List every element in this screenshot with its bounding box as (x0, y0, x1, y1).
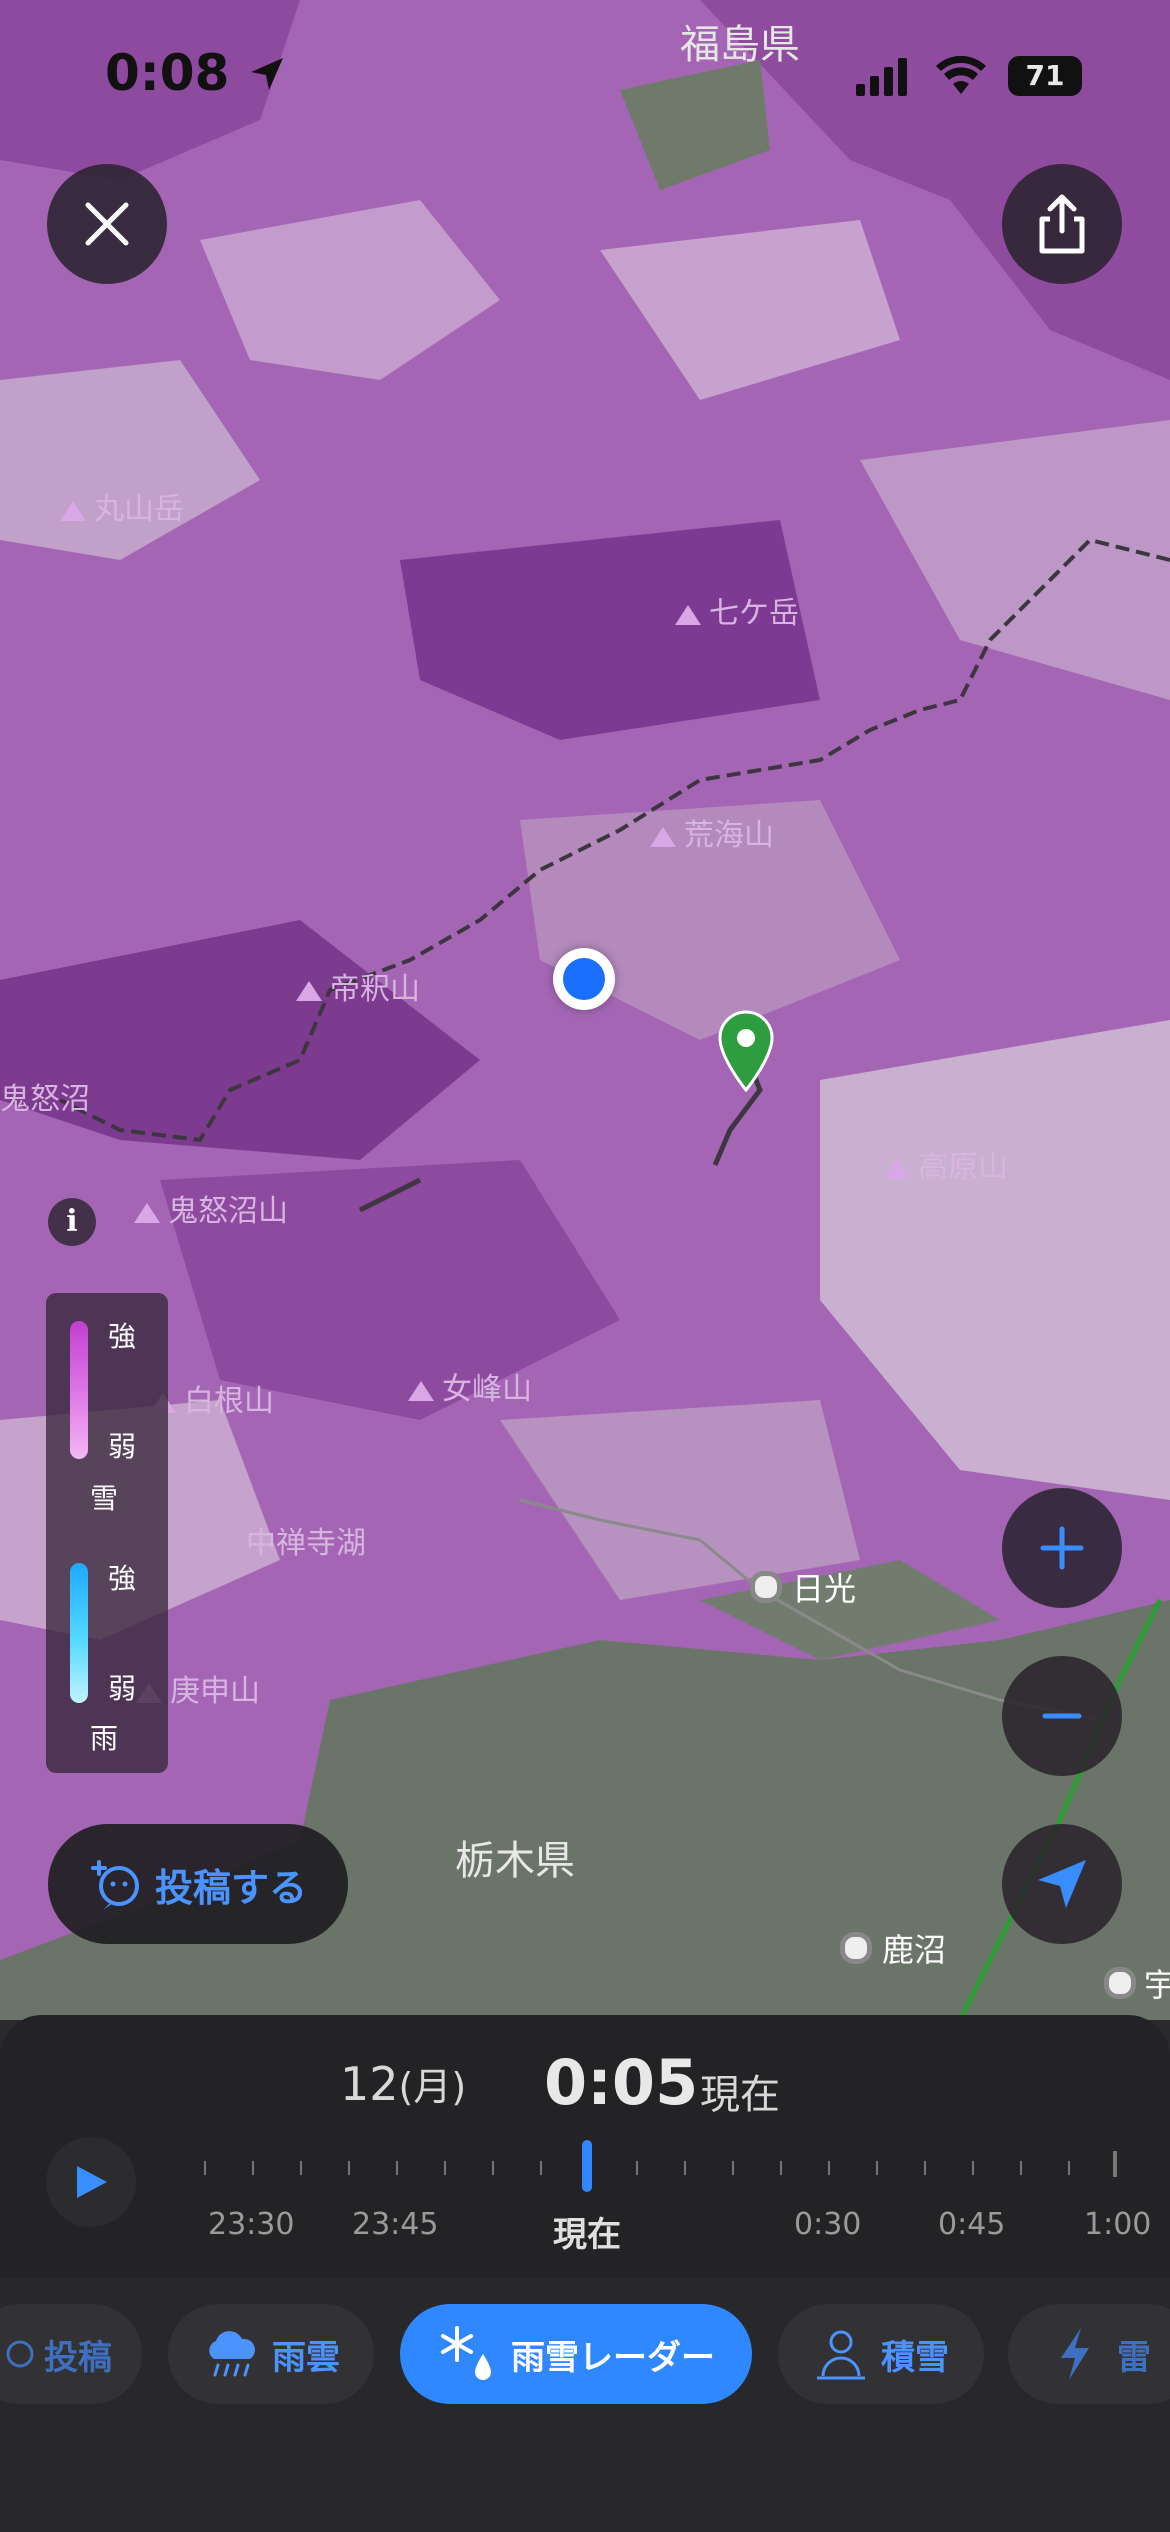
mountain-icon (296, 980, 322, 1001)
snow-rain-icon (441, 2326, 491, 2380)
timeline-handle[interactable] (582, 2140, 592, 2192)
mountain-icon (884, 1158, 910, 1179)
tab-post[interactable]: 投稿 (0, 2304, 142, 2404)
minus-icon (1042, 1713, 1082, 1719)
close-icon (85, 202, 129, 246)
timeline-label: 23:30 (208, 2207, 295, 2242)
rain-scale (70, 1563, 88, 1703)
share-button[interactable] (1002, 164, 1122, 284)
play-button[interactable] (46, 2137, 136, 2227)
share-icon (1039, 194, 1085, 254)
rain-strong-label: 強 (108, 1562, 137, 1595)
peak-label: 鬼怒沼山 (134, 1186, 288, 1230)
city-dot-icon (750, 1571, 782, 1603)
peak-label: 白根山 (150, 1376, 274, 1420)
mountain-icon (60, 500, 86, 521)
city-label-partial: 宇 (1104, 1960, 1170, 2006)
snowman-icon (817, 2330, 865, 2380)
post-icon (6, 2340, 34, 2368)
post-icon (90, 1860, 139, 1910)
locate-me-button[interactable] (1002, 1824, 1122, 1944)
peak-label: 帝釈山 (296, 964, 420, 1008)
timeline-label: 1:00 (1084, 2207, 1152, 2242)
status-time: 0:08 (105, 44, 287, 102)
snow-scale (70, 1321, 88, 1459)
peak-label: 高原山 (884, 1142, 1008, 1186)
post-button-label: 投稿する (154, 1865, 307, 1910)
tab-rain-cloud[interactable]: 雨雲 (168, 2304, 374, 2404)
location-arrow-icon (250, 58, 283, 90)
timeline-label-now: 現在 (553, 2215, 621, 2255)
status-bar: 0:08 71 (0, 0, 1170, 150)
zoom-in-button[interactable] (1002, 1488, 1122, 1608)
snow-weak-label: 弱 (108, 1430, 137, 1463)
lake-label: 中禅寺湖 (246, 1526, 366, 1561)
post-button[interactable]: 投稿する (48, 1824, 348, 1944)
snow-label: 雪 (90, 1482, 119, 1515)
radar-overlay (0, 0, 1170, 2020)
city-label-nikko: 日光 (750, 1564, 856, 1610)
play-icon (77, 2166, 107, 2198)
wifi-icon (936, 56, 986, 94)
timeline-date: 12(月) (340, 2057, 467, 2111)
current-location-marker (553, 948, 615, 1010)
mountain-icon (650, 826, 676, 847)
rain-weak-label: 弱 (108, 1672, 137, 1705)
snow-strong-label: 強 (108, 1320, 137, 1353)
radar-map[interactable]: 福島県 栃木県 丸山岳 七ケ岳 荒海山 帝釈山 高原山 鬼怒沼山 白根山 女峰山… (0, 0, 1170, 2020)
lightning-icon (1061, 2328, 1089, 2380)
mountain-icon (408, 1380, 434, 1401)
location-arrow-icon (1038, 1860, 1086, 1908)
timeline-time: 0:05 (544, 2046, 699, 2119)
tab-lightning[interactable]: 雷 (1008, 2304, 1170, 2404)
rain-label: 雨 (90, 1722, 119, 1755)
mountain-icon (134, 1202, 160, 1223)
peak-label: 女峰山 (408, 1364, 532, 1408)
close-button[interactable] (47, 164, 167, 284)
timeline-label: 23:45 (352, 2207, 439, 2242)
city-label-kanuma: 鹿沼 (840, 1925, 946, 1971)
zoom-out-button[interactable] (1002, 1656, 1122, 1776)
peak-label: 荒海山 (650, 810, 774, 854)
timeline-label: 0:45 (938, 2207, 1006, 2242)
peak-label: 七ケ岳 (675, 588, 799, 632)
info-icon[interactable]: i (48, 1198, 96, 1246)
mountain-icon (675, 604, 701, 625)
location-pin-icon[interactable] (716, 1010, 776, 1092)
tab-snow-depth[interactable]: 積雪 (778, 2304, 984, 2404)
battery-icon: 71 (1008, 56, 1082, 96)
timeline-label: 0:30 (794, 2207, 862, 2242)
radar-legend: 強 弱 雪 強 弱 雨 (46, 1293, 168, 1773)
city-dot-icon (1104, 1967, 1136, 1999)
signal-icon (856, 58, 907, 96)
rain-cloud-icon (209, 2331, 255, 2377)
peak-label: 丸山岳 (60, 484, 184, 528)
timeline-now: 現在 (700, 2072, 780, 2118)
plus-icon (1040, 1526, 1084, 1570)
tab-snow-rain-radar[interactable]: 雨雪レーダー (400, 2304, 752, 2404)
lake-label: 鬼怒沼 (0, 1082, 90, 1117)
prefecture-label-tochigi: 栃木県 (455, 1838, 575, 1884)
city-dot-icon (840, 1932, 872, 1964)
